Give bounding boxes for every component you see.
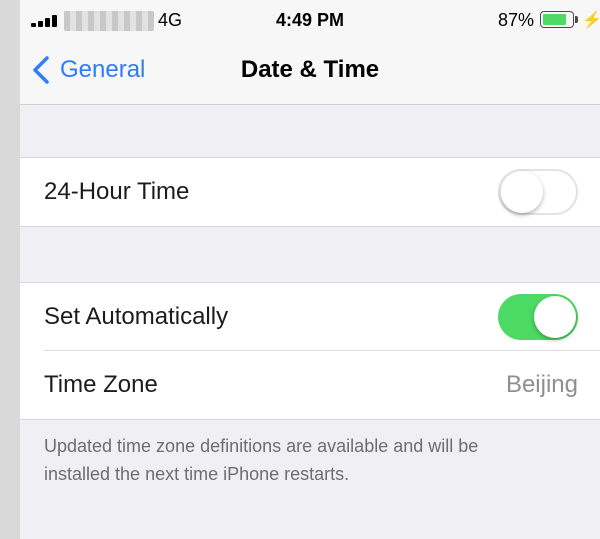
hour24-toggle[interactable] [498, 169, 578, 215]
time-zone-value: Beijing [505, 371, 578, 398]
time-zone-footer-note: Updated time zone definitions are availa… [44, 432, 584, 488]
battery-level-fill [543, 14, 566, 25]
window-left-edge [0, 0, 20, 539]
hour24-row: 24-Hour Time [20, 158, 600, 226]
battery-percent: 87% [498, 10, 535, 30]
footer-line-2: installed the next time iPhone restarts. [44, 464, 350, 484]
battery-cap [575, 16, 578, 23]
hour24-label: 24-Hour Time [44, 178, 190, 205]
time-zone-label: Time Zone [44, 371, 158, 398]
status-bar: 4G 4:49 PM 87% ⚡ [20, 0, 600, 40]
footer-line-1: Updated time zone definitions are availa… [44, 436, 479, 456]
toggle-knob [534, 296, 576, 338]
set-automatically-row: Set Automatically [20, 283, 600, 351]
hour24-group: 24-Hour Time [20, 157, 600, 227]
page-title: Date & Time [240, 56, 380, 83]
charging-bolt-icon: ⚡ [582, 12, 600, 29]
set-automatically-label: Set Automatically [44, 303, 229, 330]
time-zone-row[interactable]: Time Zone Beijing [20, 351, 600, 419]
settings-screen: 4G 4:49 PM 87% ⚡ General Date & Time 24-… [20, 0, 600, 539]
battery-icon [540, 11, 574, 28]
navigation-bar: General Date & Time [20, 40, 600, 105]
time-settings-group: Set Automatically Time Zone Beijing [20, 282, 600, 420]
toggle-knob [501, 171, 543, 213]
set-automatically-toggle[interactable] [498, 294, 578, 340]
